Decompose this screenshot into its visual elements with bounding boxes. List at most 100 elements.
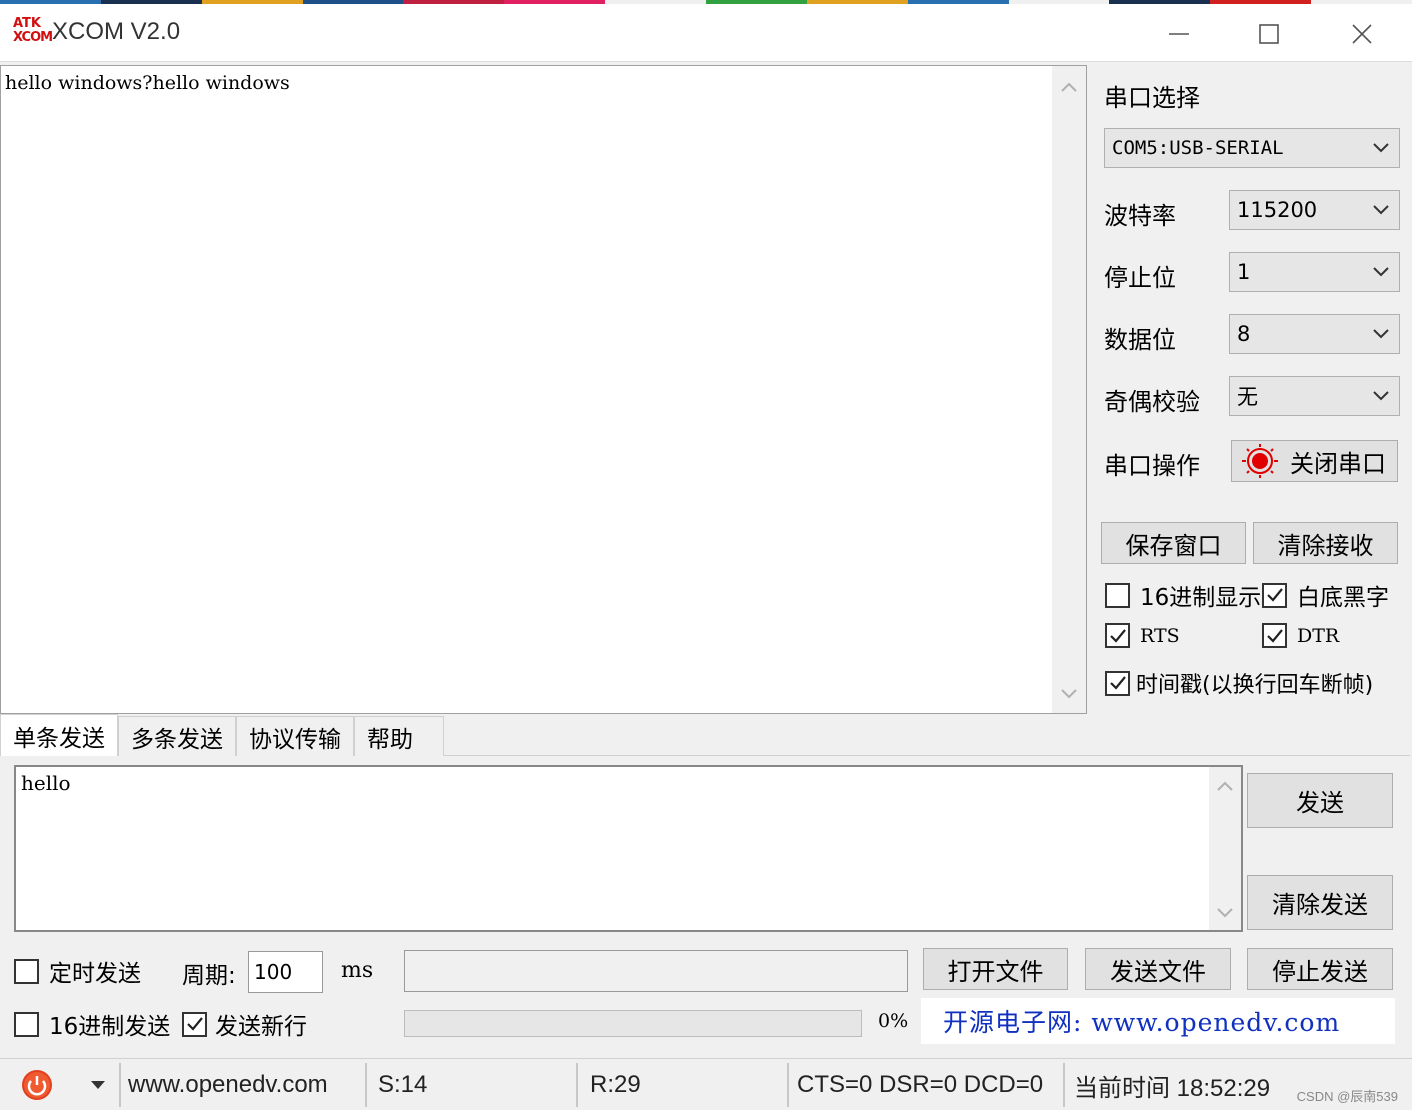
checkmark-icon xyxy=(1109,628,1126,643)
logo-line1: ATK xyxy=(13,16,41,31)
send-tabs: 单条发送 多条发送 协议传输 帮助 xyxy=(0,714,444,756)
send-newline-label: 发送新行 xyxy=(215,1014,307,1040)
maximize-button[interactable] xyxy=(1245,12,1293,56)
period-input[interactable]: 100 xyxy=(248,951,323,993)
send-text: hello xyxy=(21,771,71,795)
status-sent-count: S:14 xyxy=(378,1071,428,1098)
status-website[interactable]: www.openedv.com xyxy=(128,1059,328,1110)
period-unit: ms xyxy=(341,958,374,983)
white-bg-box[interactable] xyxy=(1262,582,1287,608)
period-label: 周期: xyxy=(182,963,236,989)
receive-text: hello windows?hello windows xyxy=(5,72,290,94)
checkmark-icon xyxy=(1266,628,1283,643)
send-button[interactable]: 发送 xyxy=(1247,773,1393,828)
tab-help[interactable]: 帮助 xyxy=(354,716,444,756)
title-bar: ATK XCOM XCOM V2.0 xyxy=(0,4,1412,62)
file-path-field[interactable] xyxy=(404,950,908,992)
scroll-up-icon[interactable] xyxy=(1209,777,1241,795)
parity-label: 奇偶校验 xyxy=(1104,388,1200,416)
status-signals: CTS=0 DSR=0 DCD=0 xyxy=(797,1071,1044,1098)
close-button[interactable] xyxy=(1338,12,1386,56)
send-newline-checkbox[interactable]: 发送新行 xyxy=(182,1007,307,1041)
tab-protocol[interactable]: 协议传输 xyxy=(236,716,354,756)
close-port-button[interactable]: 关闭串口 xyxy=(1231,440,1398,482)
status-time: 当前时间 18:52:29 xyxy=(1074,1074,1271,1102)
timestamp-checkbox[interactable]: 时间戳(以换行回车断帧) xyxy=(1105,667,1373,699)
port-select[interactable]: COM5:USB-SERIAL xyxy=(1104,128,1400,168)
hex-send-box[interactable] xyxy=(14,1011,39,1037)
databits-label: 数据位 xyxy=(1104,326,1176,354)
chevron-down-icon xyxy=(1373,329,1389,339)
tab-single-send[interactable]: 单条发送 xyxy=(0,714,118,756)
timed-send-label: 定时发送 xyxy=(49,961,141,987)
power-icon xyxy=(22,1070,52,1100)
hex-display-label: 16进制显示 xyxy=(1140,585,1262,611)
save-window-button[interactable]: 保存窗口 xyxy=(1101,522,1246,564)
checkmark-icon xyxy=(1109,676,1126,690)
hex-send-checkbox[interactable]: 16进制发送 xyxy=(14,1007,170,1041)
status-bar: www.openedv.com S:14 R:29 CTS=0 DSR=0 DC… xyxy=(0,1058,1412,1110)
chevron-down-icon xyxy=(1373,205,1389,215)
timestamp-box[interactable] xyxy=(1105,670,1130,696)
parity-select[interactable]: 无 xyxy=(1229,376,1400,416)
timestamp-label: 时间戳(以换行回车断帧) xyxy=(1136,673,1374,698)
dtr-checkbox[interactable]: DTR xyxy=(1262,623,1339,648)
scroll-down-icon[interactable] xyxy=(1209,904,1241,922)
timed-send-box[interactable] xyxy=(14,958,39,984)
status-received-count: R:29 xyxy=(590,1071,641,1098)
scroll-up-icon[interactable] xyxy=(1052,78,1086,96)
csdn-watermark: CSDN @辰南539 xyxy=(1296,1089,1398,1104)
receive-scrollbar[interactable] xyxy=(1052,66,1086,713)
tab-multi-send[interactable]: 多条发送 xyxy=(118,716,236,756)
chevron-down-icon xyxy=(1373,267,1389,277)
rts-box[interactable] xyxy=(1105,623,1130,648)
window-title: XCOM V2.0 xyxy=(52,18,181,45)
minimize-button[interactable] xyxy=(1155,12,1203,56)
parity-select-value: 无 xyxy=(1237,385,1258,409)
openedv-banner[interactable]: 开源电子网: www.openedv.com xyxy=(921,998,1395,1044)
maximize-icon xyxy=(1259,24,1279,44)
receive-textarea[interactable]: hello windows?hello windows xyxy=(0,65,1087,714)
databits-select[interactable]: 8 xyxy=(1229,314,1400,354)
open-file-button[interactable]: 打开文件 xyxy=(923,948,1068,990)
white-bg-checkbox[interactable]: 白底黑字 xyxy=(1262,578,1389,612)
port-status-led-icon xyxy=(1242,444,1278,478)
status-dropdown[interactable] xyxy=(88,1059,108,1110)
chevron-down-icon xyxy=(1373,143,1389,153)
clear-send-button[interactable]: 清除发送 xyxy=(1247,875,1393,930)
chevron-down-icon xyxy=(1373,391,1389,401)
status-divider xyxy=(365,1063,367,1107)
baud-label: 波特率 xyxy=(1104,202,1176,230)
caret-down-icon xyxy=(91,1081,105,1089)
stopbits-select[interactable]: 1 xyxy=(1229,252,1400,292)
stopbits-select-value: 1 xyxy=(1237,260,1251,284)
hex-send-label: 16进制发送 xyxy=(49,1014,171,1040)
dtr-box[interactable] xyxy=(1262,623,1287,648)
send-file-button[interactable]: 发送文件 xyxy=(1085,948,1231,990)
scroll-down-icon[interactable] xyxy=(1052,685,1086,703)
progress-percent: 0% xyxy=(878,1010,909,1032)
baud-select[interactable]: 115200 xyxy=(1229,190,1400,230)
status-divider xyxy=(119,1063,121,1107)
status-divider xyxy=(576,1063,578,1107)
white-bg-label: 白底黑字 xyxy=(1297,585,1389,611)
status-divider xyxy=(1063,1063,1065,1107)
send-progress-bar xyxy=(404,1010,862,1037)
send-textarea[interactable]: hello xyxy=(14,765,1243,932)
close-icon xyxy=(1352,24,1372,44)
rts-label: RTS xyxy=(1140,624,1180,647)
databits-select-value: 8 xyxy=(1237,322,1251,346)
timed-send-checkbox[interactable]: 定时发送 xyxy=(14,954,141,988)
minimize-icon xyxy=(1169,33,1189,35)
status-power-icon[interactable] xyxy=(20,1059,54,1110)
send-scrollbar[interactable] xyxy=(1209,767,1241,930)
atk-logo-icon: ATK XCOM xyxy=(13,16,53,49)
logo-line2: XCOM xyxy=(13,30,53,45)
hex-display-box[interactable] xyxy=(1105,582,1130,608)
clear-receive-button[interactable]: 清除接收 xyxy=(1253,522,1398,564)
send-newline-box[interactable] xyxy=(182,1011,207,1037)
stop-send-button[interactable]: 停止发送 xyxy=(1247,948,1393,990)
status-divider xyxy=(787,1063,789,1107)
rts-checkbox[interactable]: RTS xyxy=(1105,623,1180,648)
hex-display-checkbox[interactable]: 16进制显示 xyxy=(1105,578,1261,612)
